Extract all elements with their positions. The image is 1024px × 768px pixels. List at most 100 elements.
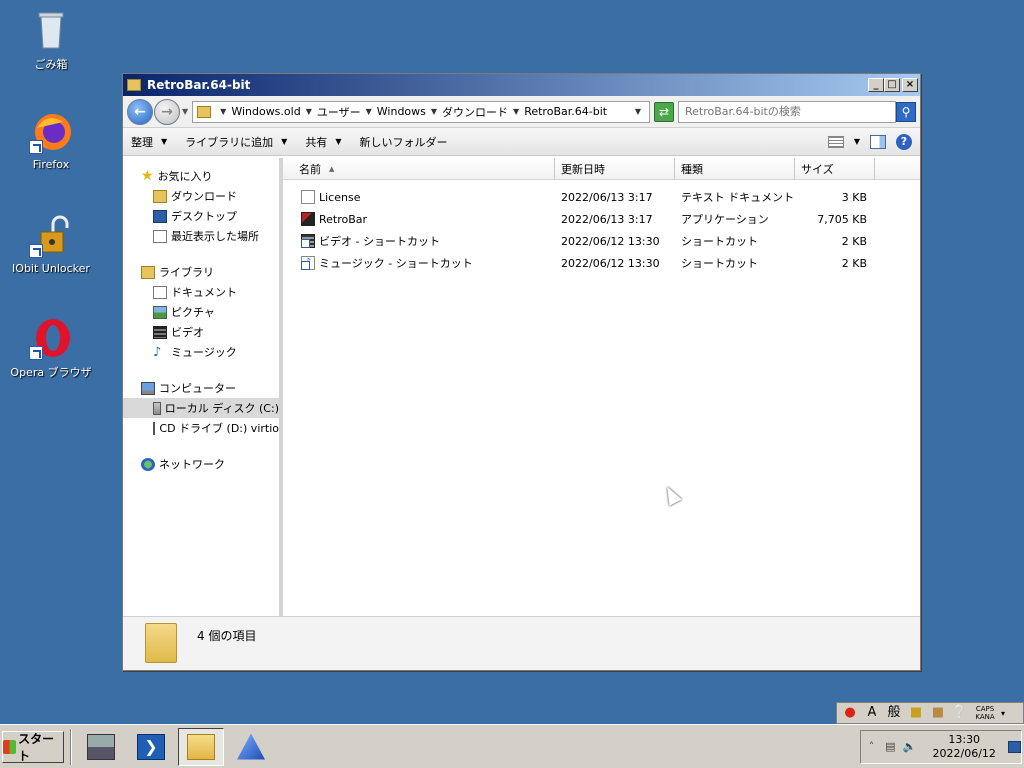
folder-icon xyxy=(197,105,212,118)
nav-label: 最近表示した場所 xyxy=(171,230,259,243)
nav-documents[interactable]: ドキュメント xyxy=(123,282,279,302)
organize-menu[interactable]: 整理 ▼ xyxy=(131,134,167,150)
breadcrumb-item[interactable]: RetroBar.64-bit xyxy=(524,105,607,118)
nav-music[interactable]: ♪ ミュージック xyxy=(123,342,279,362)
desktop-icon xyxy=(153,209,167,223)
address-dropdown-icon[interactable]: ▼ xyxy=(627,107,649,116)
search-button[interactable]: ⚲ xyxy=(896,101,916,122)
column-header-size[interactable]: サイズ xyxy=(795,158,875,180)
network-tray-icon[interactable]: ▤ xyxy=(884,740,897,754)
nav-pictures[interactable]: ピクチャ xyxy=(123,302,279,322)
file-name: License xyxy=(319,190,361,204)
taskbar-retrobar[interactable] xyxy=(228,728,274,766)
nav-favorites[interactable]: ★ お気に入り xyxy=(123,166,279,186)
back-button[interactable]: ← xyxy=(127,98,153,125)
recent-pages-dropdown-icon[interactable]: ▼ xyxy=(182,107,188,116)
nav-network[interactable]: ネットワーク xyxy=(123,454,279,474)
file-row[interactable]: ♪ ミュージック - ショートカット 2022/06/12 13:30 ショートカ… xyxy=(283,252,920,274)
nav-downloads[interactable]: ダウンロード xyxy=(123,186,279,206)
file-row[interactable]: RetroBar 2022/06/13 3:17 アプリケーション 7,705 … xyxy=(283,208,920,230)
share-menu[interactable]: 共有 ▼ xyxy=(305,134,341,150)
column-header-name[interactable]: 名前 ▲ xyxy=(283,158,555,180)
show-desktop-icon[interactable] xyxy=(1007,740,1021,753)
back-arrow-icon: ← xyxy=(134,103,146,120)
breadcrumb-chevron-icon[interactable]: ▼ xyxy=(366,107,372,116)
taskbar-explorer[interactable] xyxy=(178,727,224,766)
show-hidden-icons-icon[interactable]: ˄ xyxy=(865,740,878,754)
desktop-icon-opera[interactable]: Opera ブラウザ xyxy=(6,316,96,380)
preview-pane-icon[interactable] xyxy=(870,134,886,149)
caps-label: CAPS xyxy=(975,705,995,713)
desktop-icon-recycle-bin[interactable]: ごみ箱 xyxy=(6,8,96,72)
breadcrumb-item[interactable]: ダウンロード xyxy=(442,104,508,120)
breadcrumb-item[interactable]: ユーザー xyxy=(317,104,361,120)
file-type: アプリケーション xyxy=(681,213,769,226)
computer-icon xyxy=(141,381,155,395)
help-icon[interactable]: ❔ xyxy=(951,704,969,722)
forward-button[interactable]: → xyxy=(154,98,180,125)
taskbar-server-manager[interactable] xyxy=(78,728,124,766)
file-type: ショートカット xyxy=(681,235,758,248)
input-mode-indicator[interactable]: A xyxy=(863,704,881,722)
nav-videos[interactable]: ビデオ xyxy=(123,322,279,342)
search-icon: ⚲ xyxy=(901,104,911,119)
text-document-icon xyxy=(301,190,315,204)
nav-local-disk-c[interactable]: ローカル ディスク (C:) xyxy=(123,398,279,418)
nav-libraries[interactable]: ライブラリ xyxy=(123,262,279,282)
add-to-library-label: ライブラリに追加 xyxy=(185,135,274,149)
clock[interactable]: 13:30 2022/06/12 xyxy=(933,733,996,761)
file-date: 2022/06/13 3:17 xyxy=(561,190,653,204)
conversion-mode-indicator[interactable]: 般 xyxy=(885,704,903,722)
close-button[interactable]: × xyxy=(902,78,918,92)
ime-dictionary-icon[interactable]: ■ xyxy=(929,704,947,722)
file-date: 2022/06/12 13:30 xyxy=(561,234,660,248)
file-row[interactable]: ビデオ - ショートカット 2022/06/12 13:30 ショートカット 2… xyxy=(283,230,920,252)
breadcrumb-chevron-icon[interactable]: ▼ xyxy=(513,107,519,116)
start-button[interactable]: スタート xyxy=(2,730,64,763)
ime-pad-icon[interactable]: ■ xyxy=(907,704,925,722)
change-view-icon[interactable] xyxy=(827,135,844,148)
refresh-button[interactable]: ⇄ xyxy=(654,101,674,122)
star-icon: ★ xyxy=(141,167,154,184)
ime-options-icon[interactable]: ▾ xyxy=(1001,709,1005,718)
nav-desktop[interactable]: デスクトップ xyxy=(123,206,279,226)
shortcut-arrow-icon xyxy=(29,244,43,258)
desktop-icon-firefox[interactable]: Firefox xyxy=(6,110,96,171)
file-name: ミュージック - ショートカット xyxy=(319,257,473,270)
window-titlebar[interactable]: RetroBar.64-bit _ □ × xyxy=(123,74,920,96)
file-row[interactable]: License 2022/06/13 3:17 テキスト ドキュメント 3 KB xyxy=(283,186,920,208)
desktop-icon-iobit-unlocker[interactable]: IObit Unlocker xyxy=(6,214,96,275)
minimize-button[interactable]: _ xyxy=(868,78,884,92)
address-bar[interactable]: ▼ Windows.old ▼ ユーザー ▼ Windows ▼ ダウンロード … xyxy=(192,100,650,123)
breadcrumb-chevron-icon[interactable]: ▼ xyxy=(431,107,437,116)
new-folder-button[interactable]: 新しいフォルダー xyxy=(359,134,447,150)
breadcrumb-chevron-icon[interactable]: ▼ xyxy=(306,107,312,116)
application-icon xyxy=(301,212,315,226)
file-type: テキスト ドキュメント xyxy=(681,191,795,204)
nav-cd-drive-d[interactable]: CD ドライブ (D:) virtio xyxy=(123,418,279,438)
system-tray: ˄ ▤ 🔈 13:30 2022/06/12 xyxy=(860,729,1022,764)
column-header-date[interactable]: 更新日時 xyxy=(555,158,675,180)
file-size: 2 KB xyxy=(841,234,867,248)
taskbar-powershell[interactable]: ❯ xyxy=(128,728,174,766)
column-header-type[interactable]: 種類 xyxy=(675,158,795,180)
nav-recent-places[interactable]: 最近表示した場所 xyxy=(123,226,279,246)
view-dropdown-icon[interactable]: ▼ xyxy=(854,137,860,146)
nav-computer[interactable]: コンピューター xyxy=(123,378,279,398)
shortcut-arrow-icon xyxy=(29,346,43,360)
volume-icon[interactable]: 🔈 xyxy=(903,740,917,754)
add-to-library-menu[interactable]: ライブラリに追加 ▼ xyxy=(185,134,287,150)
maximize-button[interactable]: □ xyxy=(884,78,900,92)
search-field[interactable] xyxy=(678,100,896,123)
search-input[interactable] xyxy=(685,105,895,118)
breadcrumb-item[interactable]: Windows.old xyxy=(231,105,300,118)
breadcrumb-chevron-icon[interactable]: ▼ xyxy=(220,107,226,116)
window-title: RetroBar.64-bit xyxy=(147,78,251,92)
ime-tool-icon[interactable]: ● xyxy=(841,704,859,722)
breadcrumb-item[interactable]: Windows xyxy=(377,105,426,118)
nav-label: ビデオ xyxy=(171,326,204,339)
ime-language-bar: ● A 般 ■ ■ ❔ CAPS KANA ▾ xyxy=(836,702,1024,724)
caps-kana-indicator: CAPS KANA xyxy=(973,705,997,721)
help-icon[interactable]: ? xyxy=(896,133,912,150)
folder-icon xyxy=(127,79,141,91)
